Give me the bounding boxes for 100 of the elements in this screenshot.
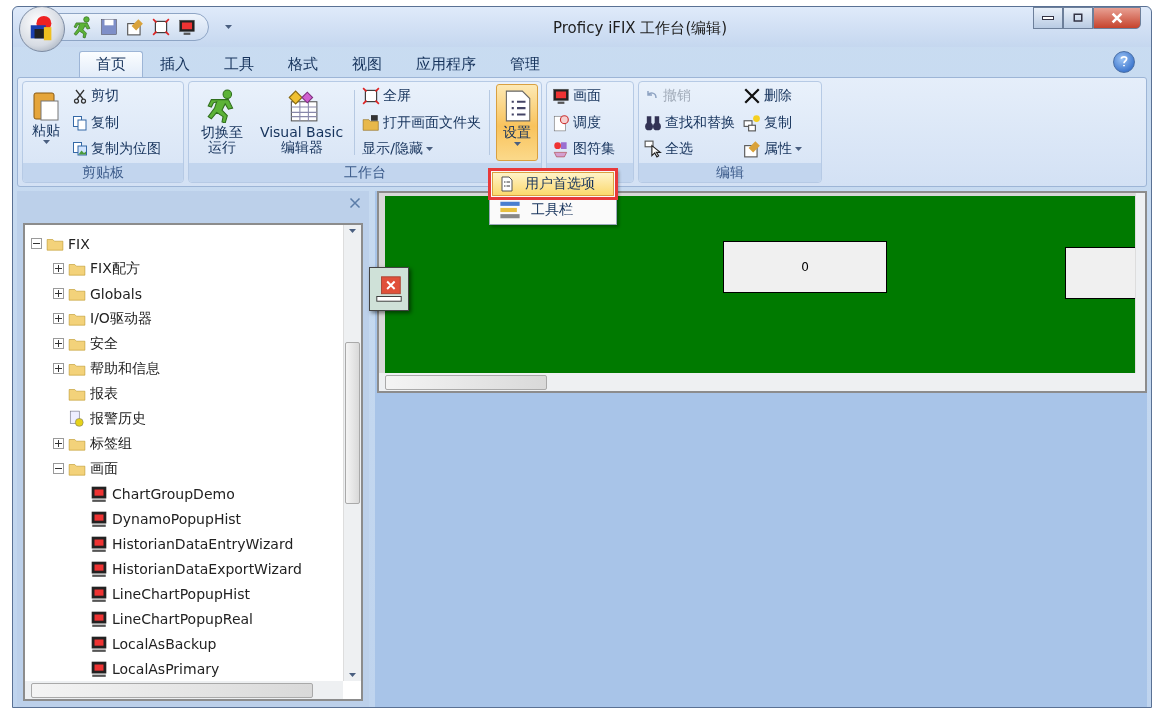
ribbon-button[interactable]: 复制	[741, 112, 804, 133]
plus-icon	[55, 340, 62, 347]
close-icon	[1110, 11, 1124, 25]
monitor-icon	[90, 534, 108, 553]
ribbon-button[interactable]: Visual Basic 编辑器	[255, 84, 348, 161]
fullscreen-button[interactable]	[150, 16, 172, 38]
scissors-icon	[72, 88, 88, 104]
expand-toggle[interactable]	[53, 288, 64, 299]
data-link-field[interactable]: 0	[723, 241, 887, 293]
expand-toggle[interactable]	[53, 263, 64, 274]
properties-icon	[743, 140, 761, 158]
ribbon-button[interactable]: 设置	[496, 84, 538, 161]
ribbon-button[interactable]: 全屏	[360, 86, 484, 106]
minimize-button[interactable]	[1033, 7, 1063, 29]
ribbon-tab[interactable]: 首页	[79, 51, 143, 77]
alarm-document-icon	[68, 409, 86, 428]
x-mark-icon	[743, 87, 761, 105]
ribbon-tab[interactable]: 工具	[207, 51, 271, 77]
tree-item[interactable]: 报警历史	[90, 409, 146, 428]
ribbon-tab[interactable]: 视图	[335, 51, 399, 77]
tree-item[interactable]: ChartGroupDemo	[112, 485, 235, 502]
plus-icon	[55, 440, 62, 447]
ribbon-button[interactable]: 删除	[741, 86, 804, 106]
delete-icon	[374, 274, 404, 304]
monitor-icon	[90, 509, 108, 528]
group-label: 编辑	[639, 163, 821, 182]
tree-item[interactable]: 画面	[90, 459, 118, 478]
ribbon-button[interactable]: 复制为位图	[70, 139, 163, 159]
tree-item[interactable]: HistorianDataExportWizard	[112, 560, 302, 577]
horizontal-scrollbar[interactable]	[25, 681, 343, 699]
vertical-scrollbar[interactable]	[1135, 193, 1145, 373]
tree-item[interactable]: 标签组	[90, 434, 132, 453]
help-button[interactable]	[1113, 51, 1135, 73]
application-orb[interactable]	[19, 6, 65, 52]
tree-item[interactable]: Globals	[90, 285, 142, 302]
close-button[interactable]	[347, 195, 363, 211]
tree-item[interactable]: LineChartPopupHist	[112, 585, 250, 602]
expand-toggle[interactable]	[53, 338, 64, 349]
horizontal-scrollbar[interactable]	[379, 373, 1145, 391]
pointer-select-icon	[644, 140, 662, 158]
monitor-icon	[90, 559, 108, 578]
ribbon-button[interactable]: 画面	[550, 86, 617, 106]
ribbon-button[interactable]: 剪切	[70, 86, 163, 106]
expand-toggle[interactable]	[53, 313, 64, 324]
ribbon-tab[interactable]: 插入	[143, 51, 207, 77]
monitor-icon	[90, 484, 108, 503]
expand-toggle[interactable]	[53, 363, 64, 374]
monitor-icon	[90, 609, 108, 628]
properties-icon	[126, 18, 144, 36]
tree-item[interactable]: FIX	[68, 235, 90, 252]
window-title: Proficy iFIX 工作台(编辑)	[553, 19, 728, 38]
run-button[interactable]	[72, 16, 94, 38]
save-button[interactable]	[98, 16, 120, 38]
minimize-icon	[1042, 16, 1054, 20]
edit-button[interactable]	[124, 16, 146, 38]
tree-item[interactable]: 报表	[90, 384, 118, 403]
monitor-icon	[552, 87, 570, 105]
maximize-button[interactable]	[1063, 7, 1093, 29]
tree-item[interactable]: I/O驱动器	[90, 309, 152, 328]
close-button[interactable]	[1093, 7, 1141, 29]
expand-toggle[interactable]	[53, 463, 64, 474]
tree-item[interactable]: 帮助和信息	[90, 359, 160, 378]
tree-item[interactable]: LocalAsPrimary	[112, 660, 220, 677]
preferences-icon	[499, 176, 515, 192]
expand-toggle[interactable]	[53, 438, 64, 449]
floating-toolbar[interactable]	[369, 267, 409, 311]
tree-item[interactable]: HistorianDataEntryWizard	[112, 535, 294, 552]
tree-item[interactable]: FIX配方	[90, 259, 140, 278]
ribbon-button[interactable]: 查找和替换	[642, 112, 737, 133]
close-icon	[349, 197, 361, 209]
tree-item[interactable]: LineChartPopupReal	[112, 610, 253, 627]
tree-item[interactable]: DynamoPopupHist	[112, 510, 242, 527]
ribbon-button[interactable]: 显示/隐藏	[360, 139, 484, 159]
ribbon-button[interactable]: 打开画面文件夹	[360, 112, 484, 133]
ribbon-button[interactable]: 图符集	[550, 139, 617, 159]
vertical-scrollbar[interactable]	[343, 225, 361, 681]
image-copy-icon	[72, 141, 88, 157]
fullscreen-icon	[362, 87, 381, 105]
copy-icon	[72, 114, 88, 131]
ribbon-button[interactable]: 粘贴	[26, 84, 66, 161]
duplicate-icon	[743, 113, 761, 132]
tree-item[interactable]: LocalAsBackup	[112, 635, 217, 652]
ribbon-tab[interactable]: 管理	[493, 51, 557, 77]
monitor-icon	[90, 584, 108, 603]
ribbon-button[interactable]: 复制	[70, 112, 163, 133]
plus-icon	[55, 315, 62, 322]
ribbon-button[interactable]: 属性	[741, 139, 804, 159]
clock-document-icon	[552, 113, 570, 132]
menu-item[interactable]: 工具栏	[492, 198, 614, 222]
ribbon-tab[interactable]: 格式	[271, 51, 335, 77]
caret-icon	[349, 229, 356, 233]
ribbon-tab[interactable]: 应用程序	[399, 51, 493, 77]
maximize-icon	[1072, 12, 1084, 24]
ribbon-button[interactable]: 调度	[550, 112, 617, 133]
ribbon-button[interactable]: 切换至运行	[192, 84, 252, 161]
expand-toggle[interactable]	[31, 238, 42, 249]
tree-item[interactable]: 安全	[90, 334, 118, 353]
clipboard-icon	[30, 89, 62, 121]
plus-icon	[55, 365, 62, 372]
ribbon-button[interactable]: 全选	[642, 139, 737, 159]
